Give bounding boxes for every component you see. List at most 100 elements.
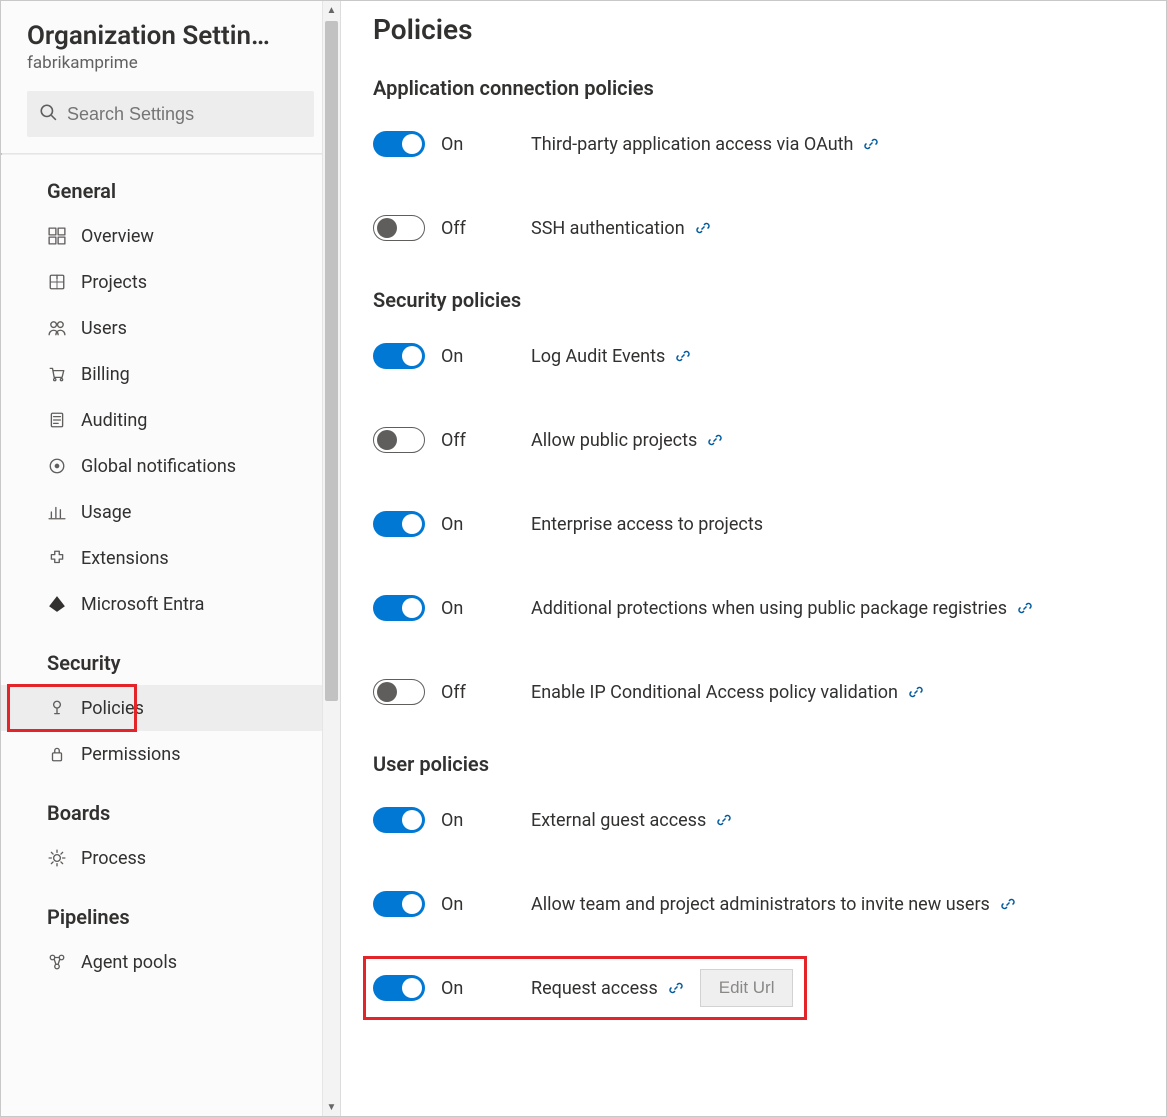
section-title: Security policies bbox=[373, 288, 1146, 312]
sidebar-item-users[interactable]: Users bbox=[1, 305, 340, 351]
sidebar-item-label: Microsoft Entra bbox=[81, 594, 204, 615]
toggle-ip-conditional[interactable] bbox=[373, 679, 425, 705]
sidebar-item-usage[interactable]: Usage bbox=[1, 489, 340, 535]
policy-label: External guest access bbox=[531, 810, 732, 831]
sidebar-item-projects[interactable]: Projects bbox=[1, 259, 340, 305]
policy-row-public-projects: Off Allow public projects bbox=[373, 416, 1146, 464]
sidebar-item-label: Process bbox=[81, 848, 146, 869]
grid-icon bbox=[47, 226, 67, 246]
sidebar-item-label: Billing bbox=[81, 364, 130, 385]
link-icon[interactable] bbox=[716, 812, 732, 828]
sidebar-item-auditing[interactable]: Auditing bbox=[1, 397, 340, 443]
link-icon[interactable] bbox=[1017, 600, 1033, 616]
link-icon[interactable] bbox=[695, 220, 711, 236]
sidebar-item-label: Users bbox=[81, 318, 127, 339]
section-title: User policies bbox=[373, 752, 1146, 776]
policy-row-admin-invite: OnAllow team and project administrators … bbox=[373, 880, 1146, 928]
sidebar-item-global-notifications[interactable]: Global notifications bbox=[1, 443, 340, 489]
extension-icon bbox=[47, 548, 67, 568]
users-icon bbox=[47, 318, 67, 338]
sidebar-item-policies[interactable]: Policies bbox=[1, 685, 340, 731]
policy-row-external-guest: On External guest access bbox=[373, 796, 1146, 844]
sidebar-item-label: Agent pools bbox=[81, 952, 177, 973]
toggle-oauth-access[interactable] bbox=[373, 131, 425, 157]
search-input[interactable] bbox=[67, 104, 302, 125]
sidebar: Organization Settin… fabrikamprime bbox=[1, 1, 341, 1116]
sidebar-nav: General Overview Projects Users Billing Audit… bbox=[1, 155, 340, 985]
section-title: Application connection policies bbox=[373, 76, 1146, 100]
sidebar-item-microsoft-entra[interactable]: Microsoft Entra bbox=[1, 581, 340, 627]
sidebar-item-label: Auditing bbox=[81, 410, 147, 431]
toggle-admin-invite[interactable] bbox=[373, 891, 425, 917]
sidebar-item-overview[interactable]: Overview bbox=[1, 213, 340, 259]
toggle-enterprise-access[interactable] bbox=[373, 511, 425, 537]
sidebar-item-billing[interactable]: Billing bbox=[1, 351, 340, 397]
search-icon bbox=[39, 103, 57, 125]
policy-label: Allow public projects bbox=[531, 430, 723, 451]
nav-group-pipelines: Pipelines bbox=[1, 881, 340, 939]
main-content: Policies Application connection policies… bbox=[341, 1, 1166, 1116]
policy-label: Enterprise access to projects bbox=[531, 514, 763, 535]
policy-row-request-access: OnRequest accessEdit Url bbox=[373, 964, 1146, 1012]
sidebar-item-label: Projects bbox=[81, 272, 147, 293]
nav-group-security: Security bbox=[1, 627, 340, 685]
policy-label: Request access bbox=[531, 978, 684, 999]
process-icon bbox=[47, 848, 67, 868]
sidebar-item-label: Usage bbox=[81, 502, 131, 523]
toggle-state: On bbox=[441, 346, 511, 367]
link-icon[interactable] bbox=[863, 136, 879, 152]
policy-row-log-audit: On Log Audit Events bbox=[373, 332, 1146, 380]
sidebar-item-label: Policies bbox=[81, 698, 144, 719]
sidebar-item-process[interactable]: Process bbox=[1, 835, 340, 881]
policy-label: SSH authentication bbox=[531, 218, 711, 239]
toggle-log-audit[interactable] bbox=[373, 343, 425, 369]
sidebar-item-agent-pools[interactable]: Agent pools bbox=[1, 939, 340, 985]
entra-icon bbox=[47, 594, 67, 614]
scroll-up-arrow[interactable]: ▲ bbox=[323, 1, 340, 19]
nav-group-boards: Boards bbox=[1, 777, 340, 835]
policy-label: Additional protections when using public… bbox=[531, 598, 1033, 619]
toggle-state: Off bbox=[441, 682, 511, 703]
auditing-icon bbox=[47, 410, 67, 430]
projects-icon bbox=[47, 272, 67, 292]
policy-row-oauth-access: On Third-party application access via OAu… bbox=[373, 120, 1146, 168]
agent-pools-icon bbox=[47, 952, 67, 972]
policy-row-ssh-auth: OffSSH authentication bbox=[373, 204, 1146, 252]
sidebar-subtitle: fabrikamprime bbox=[27, 53, 314, 73]
toggle-ssh-auth[interactable] bbox=[373, 215, 425, 241]
link-icon[interactable] bbox=[668, 980, 684, 996]
policy-label: Third-party application access via OAuth bbox=[531, 134, 879, 155]
sidebar-item-label: Overview bbox=[81, 226, 154, 247]
toggle-request-access[interactable] bbox=[373, 975, 425, 1001]
sidebar-item-extensions[interactable]: Extensions bbox=[1, 535, 340, 581]
page-title: Policies bbox=[373, 13, 1146, 46]
link-icon[interactable] bbox=[908, 684, 924, 700]
toggle-state: On bbox=[441, 810, 511, 831]
usage-icon bbox=[47, 502, 67, 522]
toggle-public-projects[interactable] bbox=[373, 427, 425, 453]
policy-label: Log Audit Events bbox=[531, 346, 691, 367]
nav-group-general: General bbox=[1, 155, 340, 213]
policy-label: Allow team and project administrators to… bbox=[531, 894, 1016, 915]
toggle-state: On bbox=[441, 134, 511, 155]
link-icon[interactable] bbox=[675, 348, 691, 364]
sidebar-item-label: Global notifications bbox=[81, 456, 236, 477]
toggle-state: On bbox=[441, 598, 511, 619]
toggle-state: Off bbox=[441, 430, 511, 451]
link-icon[interactable] bbox=[1000, 896, 1016, 912]
toggle-external-guest[interactable] bbox=[373, 807, 425, 833]
sidebar-item-label: Permissions bbox=[81, 744, 181, 765]
policy-row-ip-conditional: Off Enable IP Conditional Access policy v… bbox=[373, 668, 1146, 716]
toggle-public-pkg-protect[interactable] bbox=[373, 595, 425, 621]
scroll-down-arrow[interactable]: ▼ bbox=[323, 1098, 340, 1116]
cart-icon bbox=[47, 364, 67, 384]
scroll-thumb[interactable] bbox=[325, 21, 338, 701]
sidebar-item-permissions[interactable]: Permissions bbox=[1, 731, 340, 777]
link-icon[interactable] bbox=[707, 432, 723, 448]
sidebar-scrollbar[interactable]: ▲ ▼ bbox=[322, 1, 340, 1116]
policy-label: Enable IP Conditional Access policy vali… bbox=[531, 682, 924, 703]
edit-url-button[interactable]: Edit Url bbox=[700, 969, 794, 1007]
policy-row-enterprise-access: OnEnterprise access to projects bbox=[373, 500, 1146, 548]
policy-row-public-pkg-protect: On Additional protections when using publ… bbox=[373, 584, 1146, 632]
search-settings-box[interactable] bbox=[27, 91, 314, 137]
